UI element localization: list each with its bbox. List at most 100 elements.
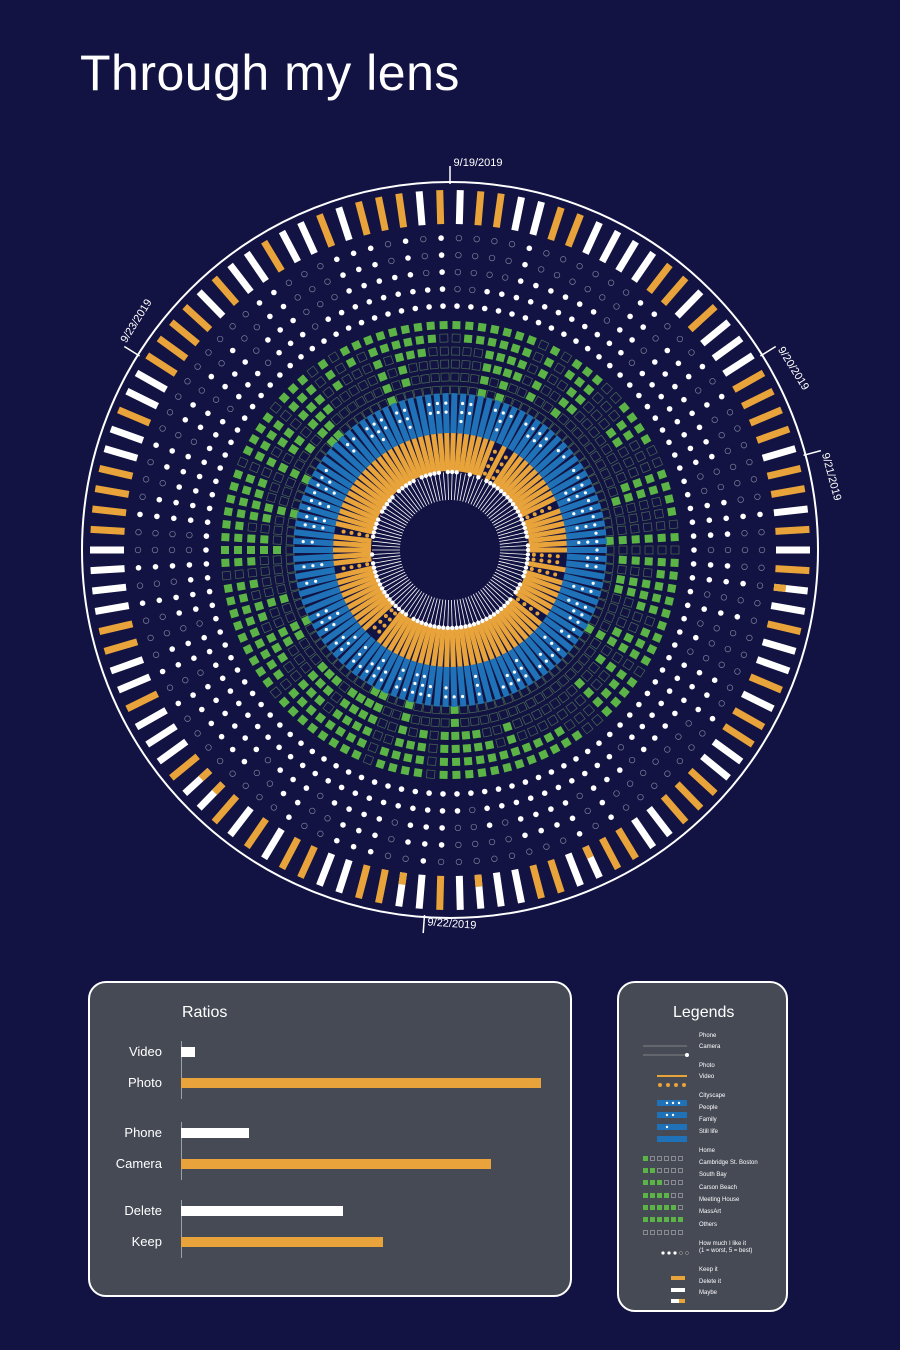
device-line (405, 485, 423, 509)
location-square (574, 393, 586, 406)
like-dot (380, 294, 387, 301)
location-square (531, 380, 543, 391)
location-square (309, 653, 323, 666)
like-dot (276, 349, 282, 356)
like-dot (640, 347, 647, 354)
like-dot (287, 340, 294, 347)
like-dot (358, 774, 365, 781)
subject-dot (444, 695, 448, 699)
like-dot (152, 651, 160, 658)
location-square (597, 669, 611, 683)
location-square (234, 521, 244, 531)
like-dot (420, 235, 427, 243)
like-dot (658, 393, 664, 400)
location-square (387, 327, 398, 338)
location-square (475, 335, 485, 345)
like-dot (190, 502, 196, 509)
like-dot (407, 272, 414, 278)
device-line (372, 555, 401, 560)
subject-dot (459, 419, 463, 424)
location-square (516, 386, 528, 399)
location-square (322, 386, 335, 399)
location-square (317, 730, 329, 742)
camera-dot (370, 561, 376, 566)
location-square (242, 445, 254, 457)
location-square (557, 691, 570, 704)
keep-bar (91, 505, 127, 517)
like-dot (718, 610, 724, 616)
keep-bar (117, 673, 152, 694)
like-dot (672, 642, 678, 648)
location-square (345, 732, 357, 743)
video-dot (537, 568, 542, 573)
location-square (257, 611, 268, 623)
like-dot (617, 372, 623, 378)
like-dot (535, 774, 542, 781)
device-line (497, 563, 525, 573)
like-dot (184, 715, 191, 722)
location-square (266, 429, 278, 441)
location-square (284, 477, 297, 489)
keep-bar (766, 465, 802, 480)
location-square (499, 750, 509, 760)
keep-bar (261, 827, 285, 861)
like-dot (405, 839, 411, 845)
ratio-label: Camera (115, 1156, 162, 1171)
location-square (255, 666, 267, 678)
like-dot (199, 706, 205, 713)
like-dot (681, 662, 687, 668)
subject-bar (293, 553, 334, 562)
like-dot (674, 675, 681, 682)
video-dot (545, 570, 550, 575)
location-square (413, 768, 423, 778)
location-square (418, 729, 429, 739)
subject-bar (293, 547, 333, 553)
like-dot (169, 563, 176, 569)
keep-bar (98, 465, 134, 480)
location-square (591, 374, 603, 386)
subject-dot (310, 540, 314, 544)
like-dot (527, 795, 534, 801)
like-dot (484, 805, 490, 812)
like-dot (486, 271, 493, 278)
location-square (314, 677, 327, 690)
keep-bar (547, 206, 565, 242)
like-dot (193, 606, 199, 612)
subject-dot (595, 556, 599, 560)
keep-bar (761, 445, 797, 462)
location-square (573, 410, 586, 423)
like-dot (592, 270, 599, 278)
like-dot (196, 473, 203, 480)
like-dot (756, 582, 764, 589)
location-square (540, 703, 552, 716)
location-square (351, 720, 363, 732)
device-line (402, 487, 420, 511)
location-square (526, 725, 539, 737)
keep-bar (134, 369, 168, 393)
location-square (618, 535, 627, 545)
subject-dot (594, 531, 598, 535)
like-dot (245, 382, 251, 388)
subject-dot (365, 669, 369, 673)
device-line (392, 583, 414, 603)
subject-dot (568, 616, 572, 620)
like-dot (356, 827, 362, 834)
like-dot (423, 269, 430, 277)
like-dot (481, 788, 488, 795)
like-dot (690, 561, 697, 567)
subject-dot (411, 690, 415, 694)
legend-label: Home (699, 1148, 716, 1154)
like-dot (672, 383, 678, 390)
location-square (452, 320, 461, 330)
video-dot (528, 606, 533, 611)
location-square (571, 730, 583, 742)
subject-dot (580, 613, 584, 617)
like-dot (191, 655, 197, 661)
like-dot (689, 519, 696, 525)
location-square (356, 351, 368, 363)
like-dot (711, 677, 718, 683)
like-dot (696, 424, 703, 431)
location-square (241, 604, 252, 615)
location-square (599, 467, 612, 480)
subject-dot (550, 653, 555, 657)
